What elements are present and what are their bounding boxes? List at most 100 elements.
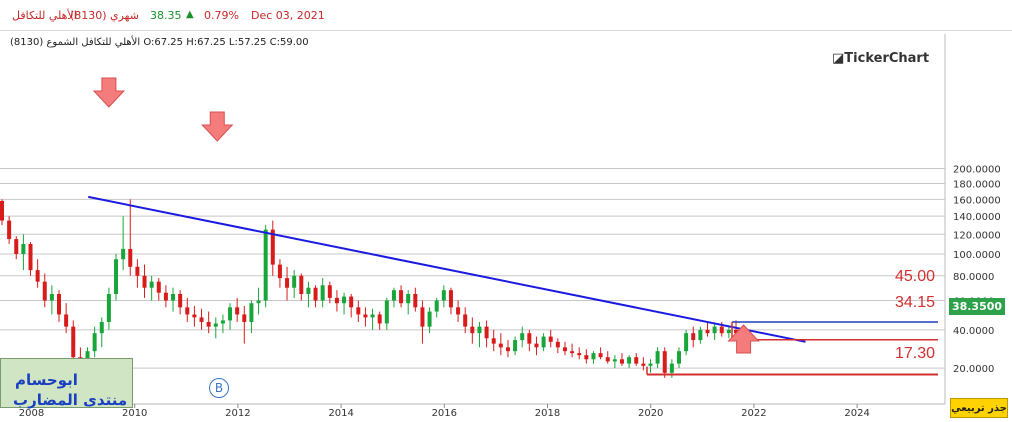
candle-body — [178, 293, 183, 308]
y-tick-label: 80.0000 — [953, 272, 994, 283]
candle-body — [491, 338, 496, 344]
x-tick-label: 2024 — [844, 408, 869, 419]
candle-body — [57, 293, 62, 315]
y-tick-label: 120.0000 — [953, 230, 1001, 241]
candle-body — [399, 290, 404, 304]
candle-body — [356, 307, 361, 315]
y-tick-label: 140.0000 — [953, 212, 1001, 223]
candle-body — [28, 243, 33, 271]
candle-body — [448, 290, 453, 308]
candle-body — [413, 293, 418, 308]
candle-body — [171, 293, 176, 301]
candle-body — [598, 353, 603, 358]
level-label-34: 34.15 — [895, 294, 936, 311]
candle-body — [263, 229, 268, 301]
candle-body — [463, 314, 468, 327]
candle-body — [228, 307, 233, 321]
candle-body — [641, 363, 646, 366]
candle-body — [135, 266, 140, 276]
candle-body — [726, 329, 731, 334]
candle-body — [427, 311, 432, 327]
candle-body — [676, 351, 681, 364]
scale-button[interactable]: جذر تربيعي — [950, 398, 1008, 418]
candle-body — [128, 248, 133, 267]
candle-body — [342, 296, 347, 304]
watermark-line-2: منتدى المضارب — [13, 391, 128, 409]
candle-body — [698, 329, 703, 341]
candle-body — [35, 270, 40, 282]
candle-body — [313, 287, 318, 301]
candle-body — [320, 285, 325, 301]
trendline — [88, 195, 806, 343]
candle-body — [235, 307, 240, 315]
candle-body — [114, 259, 119, 294]
candle-body — [192, 314, 197, 318]
candle-body — [64, 314, 69, 327]
candle-body — [21, 243, 26, 254]
up-arrow-icon — [727, 324, 760, 354]
candle-body — [256, 300, 261, 304]
x-tick-label: 2008 — [19, 408, 44, 419]
candle-body — [327, 285, 332, 298]
candle-body — [627, 357, 632, 364]
candle-body — [591, 353, 596, 360]
candle-body — [199, 317, 204, 322]
candle-body — [349, 296, 354, 308]
y-tick-label: 180.0000 — [953, 179, 1001, 190]
candle-body — [249, 303, 254, 322]
candle-body — [548, 336, 553, 342]
candle-body — [391, 290, 396, 301]
candle-body — [648, 363, 653, 366]
candle-body — [220, 320, 225, 324]
candle-body — [92, 333, 97, 352]
candle-body — [456, 307, 461, 315]
x-tick-label: 2010 — [122, 408, 147, 419]
candle-body — [42, 281, 47, 301]
candle-body — [299, 275, 304, 294]
candle-body — [498, 343, 503, 348]
candle-body — [7, 220, 12, 240]
x-tick-label: 2012 — [225, 408, 250, 419]
candle-body — [121, 248, 126, 260]
candle-body — [712, 326, 717, 334]
candle-body — [242, 314, 247, 322]
candle-body — [477, 326, 482, 334]
x-tick-label: 2014 — [328, 408, 353, 419]
candle-body — [541, 336, 546, 348]
y-tick-label: 20.0000 — [953, 364, 994, 375]
candle-body — [662, 351, 667, 373]
candle-body — [513, 340, 518, 352]
watermark-box: ابوحسام منتدى المضارب — [0, 358, 133, 409]
candle-body — [555, 341, 560, 348]
candle-body — [470, 326, 475, 334]
x-tick-label: 2020 — [638, 408, 663, 419]
candle-body — [163, 292, 168, 301]
y-tick-label: 160.0000 — [953, 195, 1001, 206]
candle-body — [213, 323, 218, 327]
candle-body — [420, 307, 425, 327]
candle-body — [156, 281, 161, 293]
candle-body — [577, 353, 582, 356]
candle-body — [370, 314, 375, 318]
candle-body — [377, 314, 382, 324]
y-tick-label: 200.0000 — [953, 165, 1001, 176]
candle-body — [14, 239, 19, 254]
y-tick-label: 40.0000 — [953, 326, 994, 337]
candle-body — [277, 264, 282, 279]
candle-body — [185, 307, 190, 315]
logo-icon: ◪ — [832, 51, 845, 66]
candle-body — [527, 333, 532, 344]
b-marker-icon[interactable]: B — [209, 378, 229, 398]
candle-body — [484, 326, 489, 339]
candle-body — [634, 357, 639, 364]
candle-body — [306, 287, 311, 294]
x-tick-label: 2022 — [741, 408, 766, 419]
x-tick-label: 2016 — [432, 408, 457, 419]
watermark-line-1: ابوحسام — [15, 371, 78, 389]
candle-body — [384, 300, 389, 324]
candle-body — [612, 359, 617, 362]
candle-body — [669, 363, 674, 373]
candle-body — [0, 200, 4, 221]
candle-body — [619, 359, 624, 364]
candle-body — [719, 326, 724, 334]
